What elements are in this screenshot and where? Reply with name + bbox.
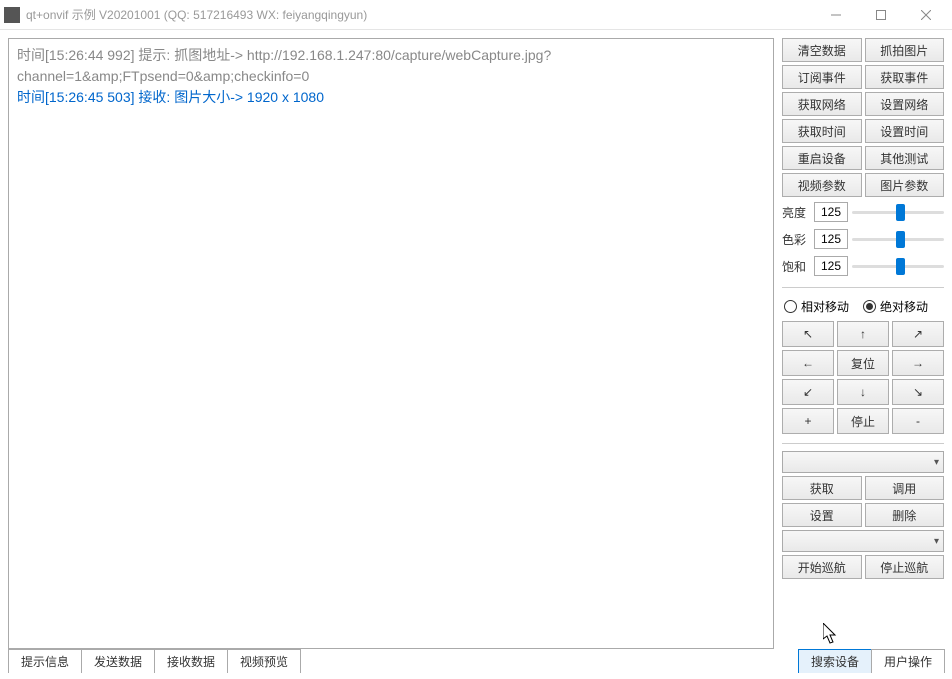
tab-info[interactable]: 提示信息	[8, 649, 82, 673]
set-network-button[interactable]: 设置网络	[865, 92, 945, 116]
cruise-combo[interactable]: ▾	[782, 530, 944, 552]
start-cruise-button[interactable]: 开始巡航	[782, 555, 862, 579]
close-button[interactable]	[903, 1, 948, 29]
tab-user-op[interactable]: 用户操作	[871, 649, 945, 673]
other-test-button[interactable]: 其他测试	[865, 146, 945, 170]
chevron-down-icon: ▾	[934, 536, 939, 547]
saturation-label: 饱和	[782, 258, 810, 275]
get-network-button[interactable]: 获取网络	[782, 92, 862, 116]
tab-preview[interactable]: 视频预览	[227, 649, 301, 673]
absolute-move-label: 绝对移动	[880, 298, 928, 315]
set-time-button[interactable]: 设置时间	[865, 119, 945, 143]
image-param-button[interactable]: 图片参数	[865, 173, 945, 197]
tab-recv[interactable]: 接收数据	[154, 649, 228, 673]
absolute-move-radio[interactable]: 绝对移动	[863, 298, 928, 315]
video-param-button[interactable]: 视频参数	[782, 173, 862, 197]
color-slider[interactable]	[852, 229, 944, 249]
get-time-button[interactable]: 获取时间	[782, 119, 862, 143]
relative-move-label: 相对移动	[801, 298, 849, 315]
ptz-left-button[interactable]: ←	[782, 350, 834, 376]
log-line: 时间[15:26:45 503] 接收: 图片大小-> 1920 x 1080	[17, 87, 765, 108]
maximize-button[interactable]	[858, 1, 903, 29]
window-title: qt+onvif 示例 V20201001 (QQ: 517216493 WX:…	[26, 6, 813, 23]
reboot-button[interactable]: 重启设备	[782, 146, 862, 170]
ptz-down-right-button[interactable]: ↘	[892, 379, 944, 405]
ptz-zoom-in-button[interactable]: +	[782, 408, 834, 434]
color-label: 色彩	[782, 231, 810, 248]
ptz-down-button[interactable]: ↓	[837, 379, 889, 405]
brightness-slider[interactable]	[852, 202, 944, 222]
subscribe-event-button[interactable]: 订阅事件	[782, 65, 862, 89]
log-output: 时间[15:26:44 992] 提示: 抓图地址-> http://192.1…	[8, 38, 774, 649]
ptz-up-left-button[interactable]: ↖	[782, 321, 834, 347]
chevron-down-icon: ▾	[934, 457, 939, 468]
tab-search-device[interactable]: 搜索设备	[798, 649, 872, 673]
brightness-label: 亮度	[782, 204, 810, 221]
ptz-right-button[interactable]: →	[892, 350, 944, 376]
preset-get-button[interactable]: 获取	[782, 476, 862, 500]
preset-combo[interactable]: ▾	[782, 451, 944, 473]
preset-delete-button[interactable]: 删除	[865, 503, 945, 527]
minimize-button[interactable]	[813, 1, 858, 29]
ptz-zoom-out-button[interactable]: -	[892, 408, 944, 434]
separator	[782, 287, 944, 288]
stop-cruise-button[interactable]: 停止巡航	[865, 555, 945, 579]
get-event-button[interactable]: 获取事件	[865, 65, 945, 89]
log-line: 时间[15:26:44 992] 提示: 抓图地址-> http://192.1…	[17, 45, 765, 87]
app-icon	[4, 7, 20, 23]
brightness-value[interactable]: 125	[814, 202, 848, 222]
ptz-stop-button[interactable]: 停止	[837, 408, 889, 434]
ptz-up-button[interactable]: ↑	[837, 321, 889, 347]
separator	[782, 443, 944, 444]
preset-call-button[interactable]: 调用	[865, 476, 945, 500]
saturation-value[interactable]: 125	[814, 256, 848, 276]
ptz-down-left-button[interactable]: ↙	[782, 379, 834, 405]
preset-set-button[interactable]: 设置	[782, 503, 862, 527]
clear-data-button[interactable]: 清空数据	[782, 38, 862, 62]
saturation-slider[interactable]	[852, 256, 944, 276]
ptz-up-right-button[interactable]: ↗	[892, 321, 944, 347]
ptz-reset-button[interactable]: 复位	[837, 350, 889, 376]
relative-move-radio[interactable]: 相对移动	[784, 298, 849, 315]
tab-send[interactable]: 发送数据	[81, 649, 155, 673]
capture-button[interactable]: 抓拍图片	[865, 38, 945, 62]
color-value[interactable]: 125	[814, 229, 848, 249]
